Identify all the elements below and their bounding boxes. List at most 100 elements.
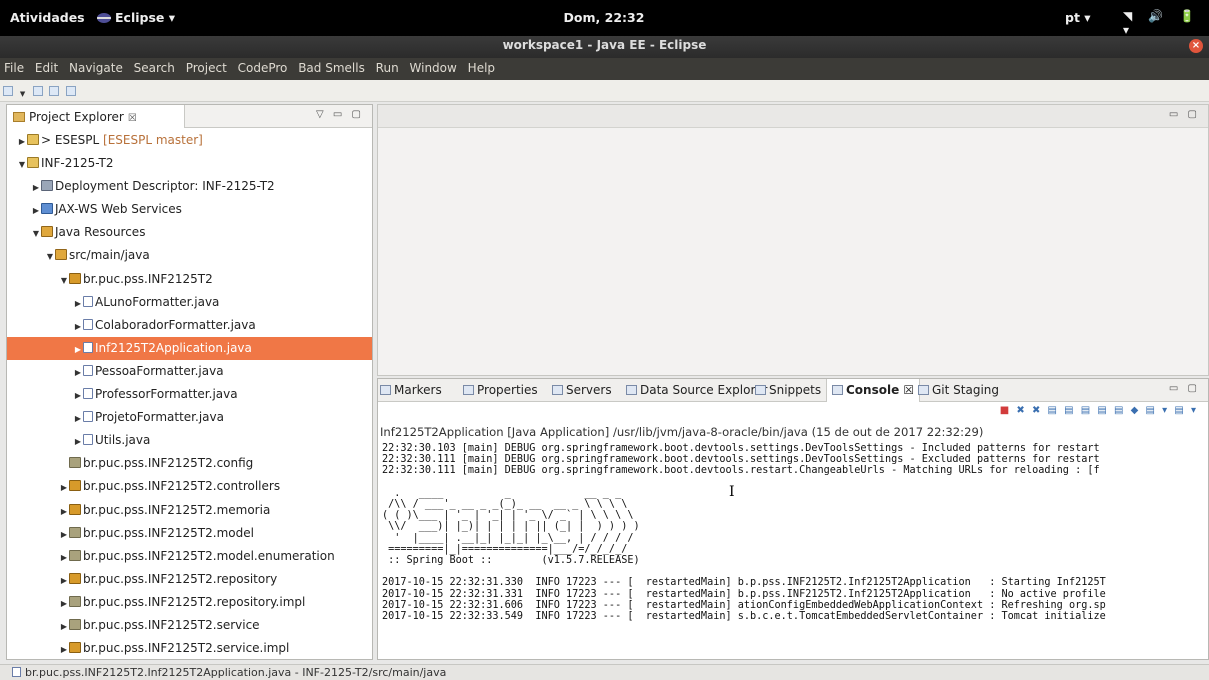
collapse-icon[interactable]: ▼ <box>31 222 41 245</box>
editor-minmax-icon[interactable]: ▭ ▢ <box>1169 109 1200 120</box>
tree-item[interactable]: ▶ JAX-WS Web Services <box>7 198 372 221</box>
menu-window[interactable]: Window <box>406 58 460 75</box>
folder-icon <box>13 112 25 122</box>
tree-item[interactable]: br.puc.pss.INF2125T2.config <box>7 452 372 475</box>
expand-icon[interactable]: ▶ <box>59 615 69 638</box>
menu-codepro[interactable]: CodePro <box>234 58 291 75</box>
expand-icon[interactable]: ▶ <box>73 384 83 407</box>
expand-icon[interactable]: ▶ <box>59 523 69 546</box>
activities-button[interactable]: Atividades <box>10 10 85 25</box>
tab-servers[interactable]: Servers <box>552 379 612 402</box>
tree-item[interactable]: ▼ Java Resources <box>7 221 372 244</box>
expand-icon[interactable]: ▶ <box>59 476 69 499</box>
tree-item[interactable]: ▶ Inf2125T2Application.java <box>7 336 372 361</box>
tab-label: Snippets <box>769 383 822 397</box>
tab-markers[interactable]: Markers <box>380 379 442 402</box>
expand-icon[interactable]: ▶ <box>59 638 69 659</box>
console-output[interactable]: 22:32:30.103 [main] DEBUG org.springfram… <box>382 443 1208 659</box>
expand-icon[interactable]: ▶ <box>59 592 69 615</box>
project-tree: ▶ > ESESPL [ESESPL master] ▼ INF-2125-T2 ▶ De… <box>7 129 372 659</box>
tree-item[interactable]: ▶ ColaboradorFormatter.java <box>7 314 372 337</box>
collapse-icon[interactable]: ▼ <box>17 153 27 176</box>
tree-item-label: br.puc.pss.INF2125T2.memoria <box>83 502 271 517</box>
menu-edit[interactable]: Edit <box>31 58 61 75</box>
chevron-down-icon[interactable]: ▼ <box>20 90 26 100</box>
expand-icon[interactable]: ▶ <box>59 546 69 569</box>
tree-item[interactable]: ▶ ProfessorFormatter.java <box>7 383 372 406</box>
tree-item[interactable]: ▶ ProjetoFormatter.java <box>7 406 372 429</box>
view-icon <box>832 385 843 395</box>
tree-item[interactable]: ▶ ALunoFormatter.java <box>7 291 372 314</box>
project-explorer-tabbar: Project Explorer ☒ ▽ ▭ ▢ <box>7 105 372 128</box>
tree-item[interactable]: ▼ INF-2125-T2 <box>7 152 372 175</box>
tree-item-label: Utils.java <box>95 433 151 448</box>
collapse-icon[interactable]: ▼ <box>45 245 55 268</box>
pkg-icon <box>69 272 81 284</box>
panel-minmax-icon[interactable]: ▭ ▢ <box>1169 383 1200 394</box>
tree-item[interactable]: ▶ Utils.java <box>7 429 372 452</box>
tab-label: Data Source Explorer <box>640 383 768 397</box>
close-window-button[interactable]: × <box>1189 39 1203 53</box>
tree-item[interactable]: ▼ src/main/java <box>7 244 372 267</box>
tree-item[interactable]: ▶ br.puc.pss.INF2125T2.model <box>7 522 372 545</box>
console-actions-icon[interactable]: ✖ ✖ ▤ ▤ ▤ ▤ ▤ ◆ ▤ ▾ ▤ ▾ <box>1016 405 1198 416</box>
expand-icon[interactable]: ▶ <box>31 199 41 222</box>
view-icon <box>755 385 766 395</box>
tree-item[interactable]: ▶ Deployment Descriptor: INF-2125-T2 <box>7 175 372 198</box>
pkg-icon <box>69 572 81 584</box>
menu-bar: File Edit Navigate Search Project CodePr… <box>0 58 1209 80</box>
expand-icon[interactable]: ▶ <box>73 430 83 453</box>
expand-icon[interactable]: ▶ <box>17 130 27 153</box>
tree-item[interactable]: ▶ br.puc.pss.INF2125T2.memoria <box>7 499 372 522</box>
tree-item-label: br.puc.pss.INF2125T2.model <box>83 525 254 540</box>
pkg-icon <box>69 642 81 654</box>
tree-item[interactable]: ▶ br.puc.pss.INF2125T2.model.enumeration <box>7 545 372 568</box>
tab-properties[interactable]: Properties <box>463 379 538 402</box>
tab-snippets[interactable]: Snippets <box>755 379 821 402</box>
expand-icon[interactable]: ▶ <box>73 292 83 315</box>
collapse-icon[interactable]: ▼ <box>59 269 69 292</box>
link-icon[interactable] <box>66 86 77 96</box>
save-all-icon[interactable] <box>49 86 60 96</box>
view-menu-icon[interactable]: ▽ ▭ ▢ <box>316 109 364 120</box>
menu-navigate[interactable]: Navigate <box>65 58 126 75</box>
java-icon <box>83 341 93 353</box>
menu-run[interactable]: Run <box>372 58 402 75</box>
tab-project-explorer[interactable]: Project Explorer ☒ <box>7 105 185 128</box>
terminate-icon[interactable]: ■ <box>1000 405 1011 416</box>
language-selector[interactable]: pt ▾ <box>1065 10 1091 25</box>
tree-item[interactable]: ▶ > ESESPL [ESESPL master] <box>7 129 372 152</box>
tab-data-source-explorer[interactable]: Data Source Explorer <box>626 379 767 402</box>
tree-item[interactable]: ▶ br.puc.pss.INF2125T2.service.impl <box>7 637 372 659</box>
expand-icon[interactable]: ▶ <box>73 361 83 384</box>
menu-help[interactable]: Help <box>464 58 498 75</box>
console-line: ( ( )\___ | '_ | '_| | '_ \/ _` | \ \ \ … <box>382 510 634 522</box>
tree-item[interactable]: ▶ br.puc.pss.INF2125T2.repository.impl <box>7 591 372 614</box>
expand-icon[interactable]: ▶ <box>73 407 83 430</box>
menu-file[interactable]: File <box>0 58 27 75</box>
expand-icon[interactable]: ▶ <box>73 315 83 338</box>
expand-icon[interactable]: ▶ <box>31 176 41 199</box>
tab-git-staging[interactable]: Git Staging <box>918 379 999 402</box>
menu-bad-smells[interactable]: Bad Smells <box>294 58 368 75</box>
app-menu[interactable]: Eclipse ▾ <box>97 10 175 25</box>
clock[interactable]: Dom, 22:32 <box>556 10 652 25</box>
tab-console[interactable]: Console ☒ <box>826 379 921 402</box>
main-toolbar: ▼ <box>0 80 1209 102</box>
java-icon <box>83 295 93 307</box>
expand-icon[interactable]: ▶ <box>73 338 83 361</box>
menu-project[interactable]: Project <box>182 58 230 75</box>
tree-item[interactable]: ▶ br.puc.pss.INF2125T2.repository <box>7 568 372 591</box>
tree-item[interactable]: ▶ PessoaFormatter.java <box>7 360 372 383</box>
system-tray-icon[interactable]: ◥ 🔊 🔋 ▾ <box>1123 9 1209 37</box>
menu-search[interactable]: Search <box>130 58 178 75</box>
tree-item[interactable]: ▶ br.puc.pss.INF2125T2.service <box>7 614 372 637</box>
save-icon[interactable] <box>32 86 43 96</box>
new-icon[interactable] <box>3 86 13 96</box>
tree-item[interactable]: ▼ br.puc.pss.INF2125T2 <box>7 268 372 291</box>
expand-icon[interactable]: ▶ <box>59 569 69 592</box>
java-icon <box>83 411 93 423</box>
tree-item[interactable]: ▶ br.puc.pss.INF2125T2.controllers <box>7 475 372 498</box>
close-icon[interactable]: ☒ <box>128 113 137 124</box>
expand-icon[interactable]: ▶ <box>59 500 69 523</box>
